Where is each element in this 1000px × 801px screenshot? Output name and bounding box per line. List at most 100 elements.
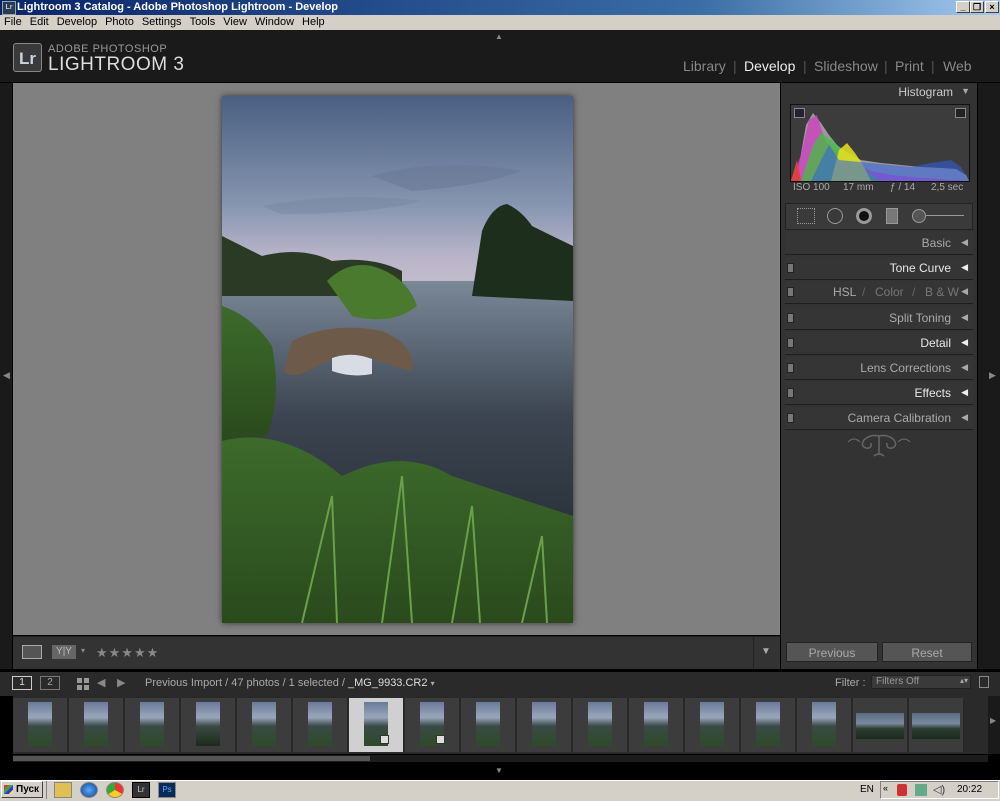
chrome-icon[interactable] (106, 782, 124, 798)
filmstrip-thumbnail[interactable] (797, 698, 852, 752)
menu-view[interactable]: View (219, 15, 251, 30)
panel-toggle-switch[interactable] (787, 287, 794, 297)
filmstrip-thumbnail[interactable] (69, 698, 124, 752)
filmstrip-thumbnail[interactable] (181, 698, 236, 752)
left-panel-arrow-icon[interactable]: ◀ (3, 370, 10, 381)
thumbnail-image (476, 702, 500, 746)
start-button[interactable]: Пуск (1, 781, 43, 798)
menu-settings[interactable]: Settings (138, 15, 186, 30)
panel-basic[interactable]: Basic ◀ (785, 232, 973, 255)
panel-hsl[interactable]: HSL / Color / B & W ◀ (785, 281, 973, 304)
menu-develop[interactable]: Develop (53, 15, 101, 30)
top-panel-arrow-icon[interactable]: ▲ (495, 32, 503, 41)
panel-lens-corrections[interactable]: Lens Corrections ◀ (785, 357, 973, 380)
filmstrip-thumbnail[interactable] (13, 698, 68, 752)
graduated-filter-icon[interactable] (886, 208, 898, 224)
histogram-header[interactable]: Histogram ▼ (785, 83, 973, 103)
crop-tool-icon[interactable] (797, 208, 815, 224)
right-scroll-arrow-icon[interactable]: ▶ (990, 716, 996, 725)
filmstrip-thumbnail[interactable] (517, 698, 572, 752)
brush-slider[interactable] (926, 215, 964, 216)
panel-detail[interactable]: Detail ◀ (785, 332, 973, 355)
menu-edit[interactable]: Edit (26, 15, 53, 30)
antivirus-icon[interactable] (897, 784, 907, 796)
before-after-button[interactable]: Y|Y (52, 645, 76, 659)
minimize-button[interactable]: _ (956, 1, 970, 13)
tray-expand-icon[interactable]: « (883, 783, 888, 793)
histogram[interactable] (790, 104, 970, 182)
menu-file[interactable]: File (0, 15, 26, 30)
highlight-clipping-icon[interactable] (955, 108, 966, 118)
menu-help[interactable]: Help (298, 15, 329, 30)
shadow-clipping-icon[interactable] (794, 108, 805, 118)
primary-screen-button[interactable]: 1 (12, 676, 32, 690)
reset-button[interactable]: Reset (882, 642, 972, 662)
color-tab[interactable]: Color (875, 285, 904, 299)
panel-toggle-switch[interactable] (787, 338, 794, 348)
forward-arrow-icon[interactable]: ▶ (117, 676, 125, 689)
back-arrow-icon[interactable]: ◀ (97, 676, 105, 689)
panel-camera-calibration[interactable]: Camera Calibration ◀ (785, 407, 973, 430)
loupe-view-button[interactable] (22, 645, 42, 659)
close-button[interactable]: × (985, 1, 999, 13)
adjustment-brush-icon[interactable] (912, 209, 926, 223)
menu-photo[interactable]: Photo (101, 15, 138, 30)
filter-lock-icon[interactable] (979, 676, 989, 688)
ie-browser-icon[interactable] (80, 782, 98, 798)
panel-toggle-switch[interactable] (787, 313, 794, 323)
module-print[interactable]: Print (895, 58, 924, 74)
main-photo[interactable] (222, 96, 573, 623)
spot-removal-icon[interactable] (827, 208, 843, 224)
previous-button[interactable]: Previous (786, 642, 878, 662)
star-rating[interactable]: ★★★★★ (96, 645, 159, 661)
panel-toggle-switch[interactable] (787, 413, 794, 423)
clock[interactable]: 20:22 (957, 784, 982, 795)
module-develop[interactable]: Develop (744, 58, 795, 74)
filmstrip-thumbnail-selected[interactable] (349, 698, 404, 752)
module-web[interactable]: Web (943, 58, 972, 74)
panel-effects[interactable]: Effects ◀ (785, 382, 973, 405)
volume-icon[interactable]: ◁) (933, 783, 945, 796)
filmstrip-thumbnail[interactable] (405, 698, 460, 752)
filmstrip-thumbnail[interactable] (629, 698, 684, 752)
filmstrip-thumbnail[interactable] (237, 698, 292, 752)
filmstrip-thumbnail[interactable] (909, 698, 964, 752)
panel-tone-curve[interactable]: Tone Curve ◀ (785, 257, 973, 280)
photoshop-taskbar-icon[interactable]: Ps (158, 782, 176, 798)
bw-tab[interactable]: B & W (925, 285, 959, 299)
toolbar-menu-icon[interactable]: ▼ (761, 646, 771, 657)
title-bar[interactable]: Lr Lightroom 3 Catalog - Adobe Photoshop… (0, 0, 1000, 15)
panel-toggle-switch[interactable] (787, 263, 794, 273)
folder-icon[interactable] (54, 782, 72, 798)
filmstrip-thumbnail[interactable] (685, 698, 740, 752)
hsl-tab[interactable]: HSL (833, 285, 856, 299)
filmstrip-thumbnail[interactable] (461, 698, 516, 752)
panel-toggle-switch[interactable] (787, 363, 794, 373)
bottom-panel-arrow-icon[interactable]: ▼ (495, 766, 503, 775)
before-after-dropdown-icon[interactable]: ▾ (81, 646, 85, 655)
filmstrip-scrollbar[interactable] (13, 755, 988, 762)
filter-select[interactable]: Filters Off ▴▾ (871, 675, 971, 689)
menu-tools[interactable]: Tools (186, 15, 220, 30)
filmstrip-thumbnail[interactable] (741, 698, 796, 752)
panel-toggle-switch[interactable] (787, 388, 794, 398)
grid-view-icon[interactable] (77, 677, 89, 690)
secondary-screen-button[interactable]: 2 (40, 676, 60, 690)
network-icon[interactable] (915, 784, 927, 796)
filmstrip-thumbnail[interactable] (125, 698, 180, 752)
filmstrip-source[interactable]: Previous Import / 47 photos / 1 selected… (145, 677, 435, 689)
histogram-label: Histogram (898, 85, 953, 99)
red-eye-icon[interactable] (856, 208, 872, 224)
filmstrip-thumbnail[interactable] (293, 698, 348, 752)
maximize-button[interactable]: ❐ (970, 1, 984, 13)
panel-split-toning[interactable]: Split Toning ◀ (785, 307, 973, 330)
scrollbar-thumb[interactable] (13, 756, 370, 761)
filmstrip-thumbnail[interactable] (853, 698, 908, 752)
lightroom-taskbar-icon[interactable]: Lr (132, 782, 150, 798)
module-library[interactable]: Library (683, 58, 726, 74)
right-panel-arrow-icon[interactable]: ▶ (989, 370, 996, 381)
language-indicator[interactable]: EN (860, 784, 874, 795)
filmstrip-thumbnail[interactable] (573, 698, 628, 752)
menu-window[interactable]: Window (251, 15, 298, 30)
module-slideshow[interactable]: Slideshow (814, 58, 878, 74)
